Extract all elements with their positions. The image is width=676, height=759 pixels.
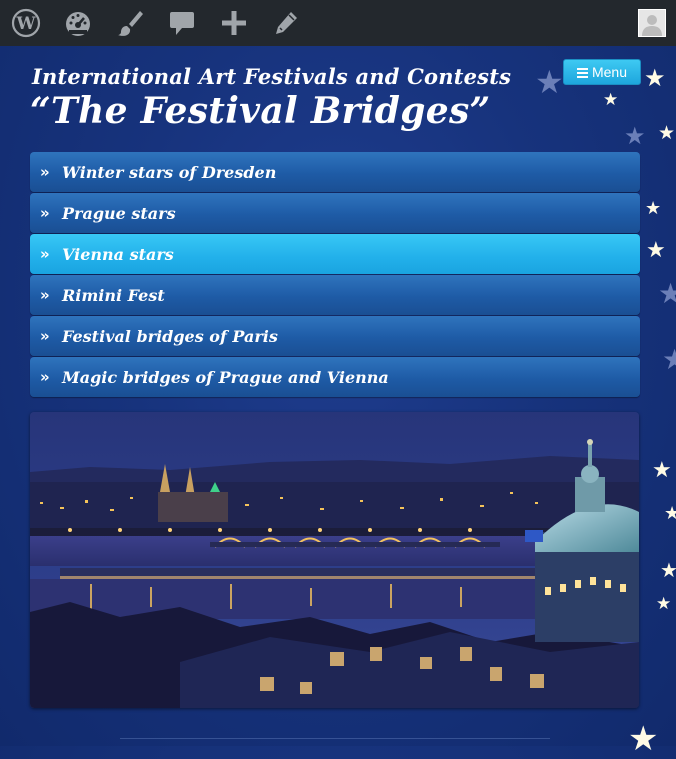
double-chevron-right-icon: » xyxy=(40,286,50,304)
nav-item-label: Winter stars of Dresden xyxy=(62,162,277,182)
nav-item-label: Prague stars xyxy=(62,203,176,223)
star-icon: ★ xyxy=(660,558,676,582)
star-icon: ★ xyxy=(624,122,646,150)
nav-item-festival-bridges-of-paris[interactable]: » Festival bridges of Paris xyxy=(30,316,640,356)
featured-image-prague-bridges xyxy=(30,412,639,708)
site-description: International Art Festivals and Contests xyxy=(32,64,512,89)
plus-new-icon[interactable] xyxy=(208,0,260,46)
star-icon: ★ xyxy=(646,238,666,263)
hamburger-icon xyxy=(576,67,588,78)
pencil-edit-icon[interactable] xyxy=(260,0,312,46)
nav-item-winter-stars-of-dresden[interactable]: » Winter stars of Dresden xyxy=(30,152,640,192)
star-icon: ★ xyxy=(658,122,676,144)
nav-item-label: Festival bridges of Paris xyxy=(62,326,278,346)
nav-item-label: Vienna stars xyxy=(62,244,174,264)
user-avatar-icon[interactable] xyxy=(638,9,666,37)
star-icon: ★ xyxy=(644,64,666,92)
site-title[interactable]: “The Festival Bridges” xyxy=(30,90,491,132)
footer-divider xyxy=(120,738,550,739)
double-chevron-right-icon: » xyxy=(40,327,50,345)
nav-item-prague-stars[interactable]: » Prague stars xyxy=(30,193,640,233)
star-icon: ★ xyxy=(535,63,564,101)
star-icon: ★ xyxy=(656,594,672,614)
admin-bar: W xyxy=(0,0,676,46)
svg-text:W: W xyxy=(15,14,36,34)
nav-item-magic-bridges-of-prague-and-vienna[interactable]: » Magic bridges of Prague and Vienna xyxy=(30,357,640,397)
nav-item-label: Magic bridges of Prague and Vienna xyxy=(62,367,389,387)
star-icon: ★ xyxy=(664,503,676,524)
double-chevron-right-icon: » xyxy=(40,368,50,386)
star-icon: ★ xyxy=(652,458,672,483)
double-chevron-right-icon: » xyxy=(40,204,50,222)
comment-bubble-icon[interactable] xyxy=(156,0,208,46)
paintbrush-customize-icon[interactable] xyxy=(104,0,156,46)
nav-item-label: Rimini Fest xyxy=(62,285,165,305)
main-navigation: » Winter stars of Dresden » Prague stars… xyxy=(30,152,640,398)
nav-item-rimini-fest[interactable]: » Rimini Fest xyxy=(30,275,640,315)
star-icon: ★ xyxy=(628,719,659,759)
star-icon: ★ xyxy=(603,90,619,110)
double-chevron-right-icon: » xyxy=(40,245,50,263)
nav-item-vienna-stars[interactable]: » Vienna stars xyxy=(30,234,640,274)
star-icon: ★ xyxy=(662,343,676,376)
dashboard-gauge-icon[interactable] xyxy=(52,0,104,46)
menu-button[interactable]: Menu xyxy=(563,59,641,85)
menu-button-label: Menu xyxy=(591,64,628,80)
star-icon: ★ xyxy=(658,277,676,310)
star-icon: ★ xyxy=(645,198,662,219)
wordpress-logo-icon[interactable]: W xyxy=(0,0,52,46)
double-chevron-right-icon: » xyxy=(40,163,50,181)
